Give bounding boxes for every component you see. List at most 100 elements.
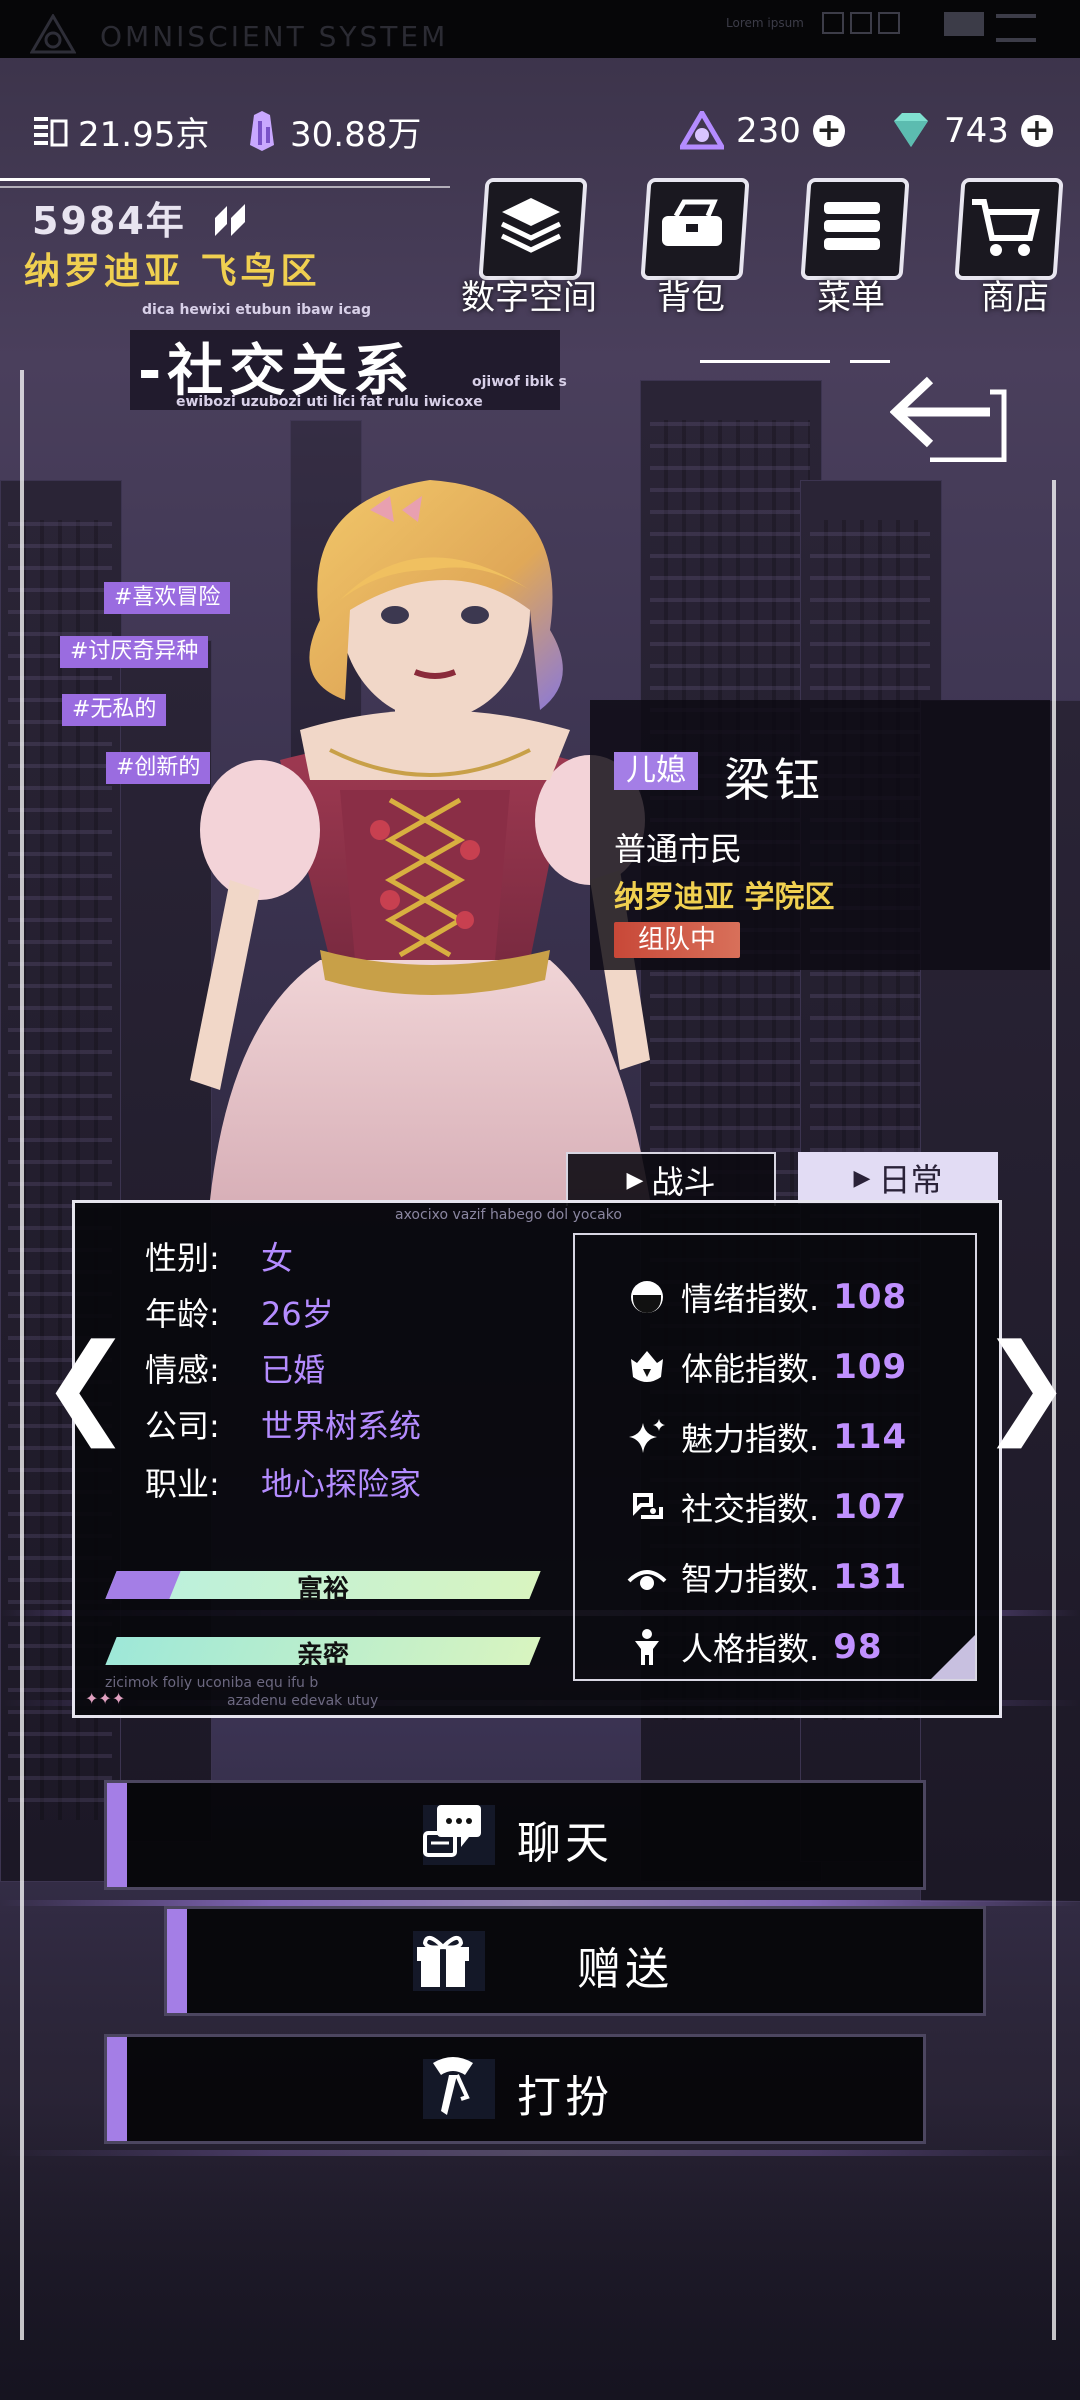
cart-icon [972,199,1040,256]
stat-label: 魅力指数. [681,1420,820,1458]
city-currency-icon [34,117,68,147]
character-name: 梁钰 [724,753,824,807]
deco-line [0,186,450,188]
profile-value: 已婚 [261,1351,326,1389]
profile-label: 职业: [145,1465,220,1503]
stat-label: 人格指数. [681,1630,820,1668]
gems1-value: 230 [736,111,801,151]
year-text: 5984年 [32,199,186,243]
gems1: 230 + [680,105,845,157]
current-location: 纳罗迪亚 飞鸟区 [24,251,321,292]
frame-left [20,370,30,2340]
back-arrow-icon[interactable] [890,372,1010,462]
profile-value: 26岁 [261,1295,334,1333]
deco-line [0,178,430,181]
stamina-icon [631,1351,663,1382]
stars-icon: ✦✦✦ [85,1689,126,1708]
character-detail-panel: axocixo vazif habego dol yocako 性别: 女 年龄… [72,1200,1002,1718]
chat-button[interactable]: 聊天 [104,1780,926,1890]
profile-label: 公司: [145,1407,220,1445]
stat-label: 体能指数. [681,1350,820,1388]
window-minimize-icon[interactable] [822,12,844,34]
nav-digital-space[interactable]: 数字空间 [461,178,597,318]
panel-footer-right: azadenu edevak utuy [227,1693,379,1709]
nav-backpack[interactable]: 背包 [636,178,750,318]
nav-shop[interactable]: 商店 [950,178,1064,318]
window-close-icon[interactable] [878,12,900,34]
gems2: 743 + [890,105,1053,157]
tag-chip: #无私的 [62,694,167,726]
chat-button-label: 聊天 [517,1818,613,1869]
nav-label: 商店 [981,278,1049,318]
add-gems1-button[interactable]: + [812,115,845,147]
tag-chip: #创新的 [106,752,211,784]
diamond-gem-icon [894,113,928,147]
stat-value: 131 [833,1557,908,1597]
system-title: OMNISCIENT SYSTEM [100,20,449,53]
corner-deco [931,1635,975,1679]
stat-value: 114 [833,1417,908,1457]
prev-character-arrow-icon[interactable]: ❮ [40,1320,132,1448]
gems2-value: 743 [944,111,1009,151]
relation-badge: 儿媳 [614,752,698,790]
currency1-value: 21.95京 [78,114,210,155]
next-character-arrow-icon[interactable]: ❯ [980,1320,1072,1448]
gift-button-label: 赠送 [577,1944,673,1995]
flame-icon [215,204,245,236]
tab-battle[interactable]: ▶ 战斗 [566,1152,776,1206]
list-icon [996,14,1036,42]
dress-up-button[interactable]: 打扮 [104,2034,926,2144]
eye-icon [627,1570,667,1590]
panel-footer-left: zicimok foliy uconiba equ ifu b [105,1675,319,1691]
dress-icon [433,2057,473,2115]
bag-icon [662,199,722,246]
nav-menu[interactable]: 菜单 [796,178,910,318]
profile-label: 性别: [145,1239,220,1277]
currency1: 21.95京 [32,105,209,157]
layers-icon [500,198,562,253]
profile-label: 情感: [145,1351,220,1389]
title-small-bottom: ewibozi uzubozi uti lici fat rulu iwicox… [176,394,483,410]
stat-label: 情绪指数. [681,1280,820,1318]
window-maximize-icon[interactable] [850,12,872,34]
stats-box: 情绪指数. 108 体能指数. 109 魅力指数. 114 社交指数. 107 智力指数… [573,1233,977,1681]
stat-value: 98 [833,1627,883,1667]
tab-label: 战斗 [651,1163,716,1201]
profile-value: 地心探险家 [261,1465,422,1503]
character-info-card: 儿媳 梁钰 普通市民 纳罗迪亚 学院区 组队中 [590,700,1050,970]
tab-label: 日常 [878,1161,943,1199]
game-year: 5984年 [32,190,253,245]
deco-line [780,360,830,363]
deco-line [850,360,890,363]
gift-icon [417,1935,469,1987]
profile-value: 世界树系统 [261,1407,422,1445]
stat-label: 社交指数. [681,1490,820,1528]
sparkle-icon [629,1419,665,1453]
crystal-currency-icon [250,111,274,151]
tag-chip: #喜欢冒险 [104,582,231,614]
panel-caption: axocixo vazif habego dol yocako [395,1207,622,1223]
character-occupation: 普通市民 [614,830,743,868]
gift-button[interactable]: 赠送 [164,1906,986,2016]
system-mini-text: Lorem ipsum [726,16,804,30]
profile-value: 女 [261,1239,294,1277]
system-logo-icon [30,14,76,54]
stat-row: 智力指数. 131 [627,1553,907,1601]
title-prefix: - [138,339,168,404]
stat-row: 情绪指数. 108 [627,1273,907,1321]
display-icon [944,12,984,36]
page-header: dica hewixi etubun ibaw icag -社交关系 ewibo… [90,290,560,430]
nav-label: 菜单 [817,278,885,318]
mood-icon [631,1281,663,1313]
character-location: 纳罗迪亚 学院区 [614,880,835,915]
tab-daily[interactable]: ▶ 日常 [798,1152,998,1204]
intimacy-bar-label: 亲密 [297,1641,350,1671]
play-icon: ▶ [853,1165,871,1191]
add-gems2-button[interactable]: + [1020,115,1053,147]
stat-row: 人格指数. 98 [627,1623,883,1671]
status-badge: 组队中 [614,922,741,958]
dress-up-button-label: 打扮 [517,2072,613,2123]
play-icon: ▶ [626,1167,644,1193]
menu-icon [824,202,880,250]
currency2-value: 30.88万 [290,114,422,155]
